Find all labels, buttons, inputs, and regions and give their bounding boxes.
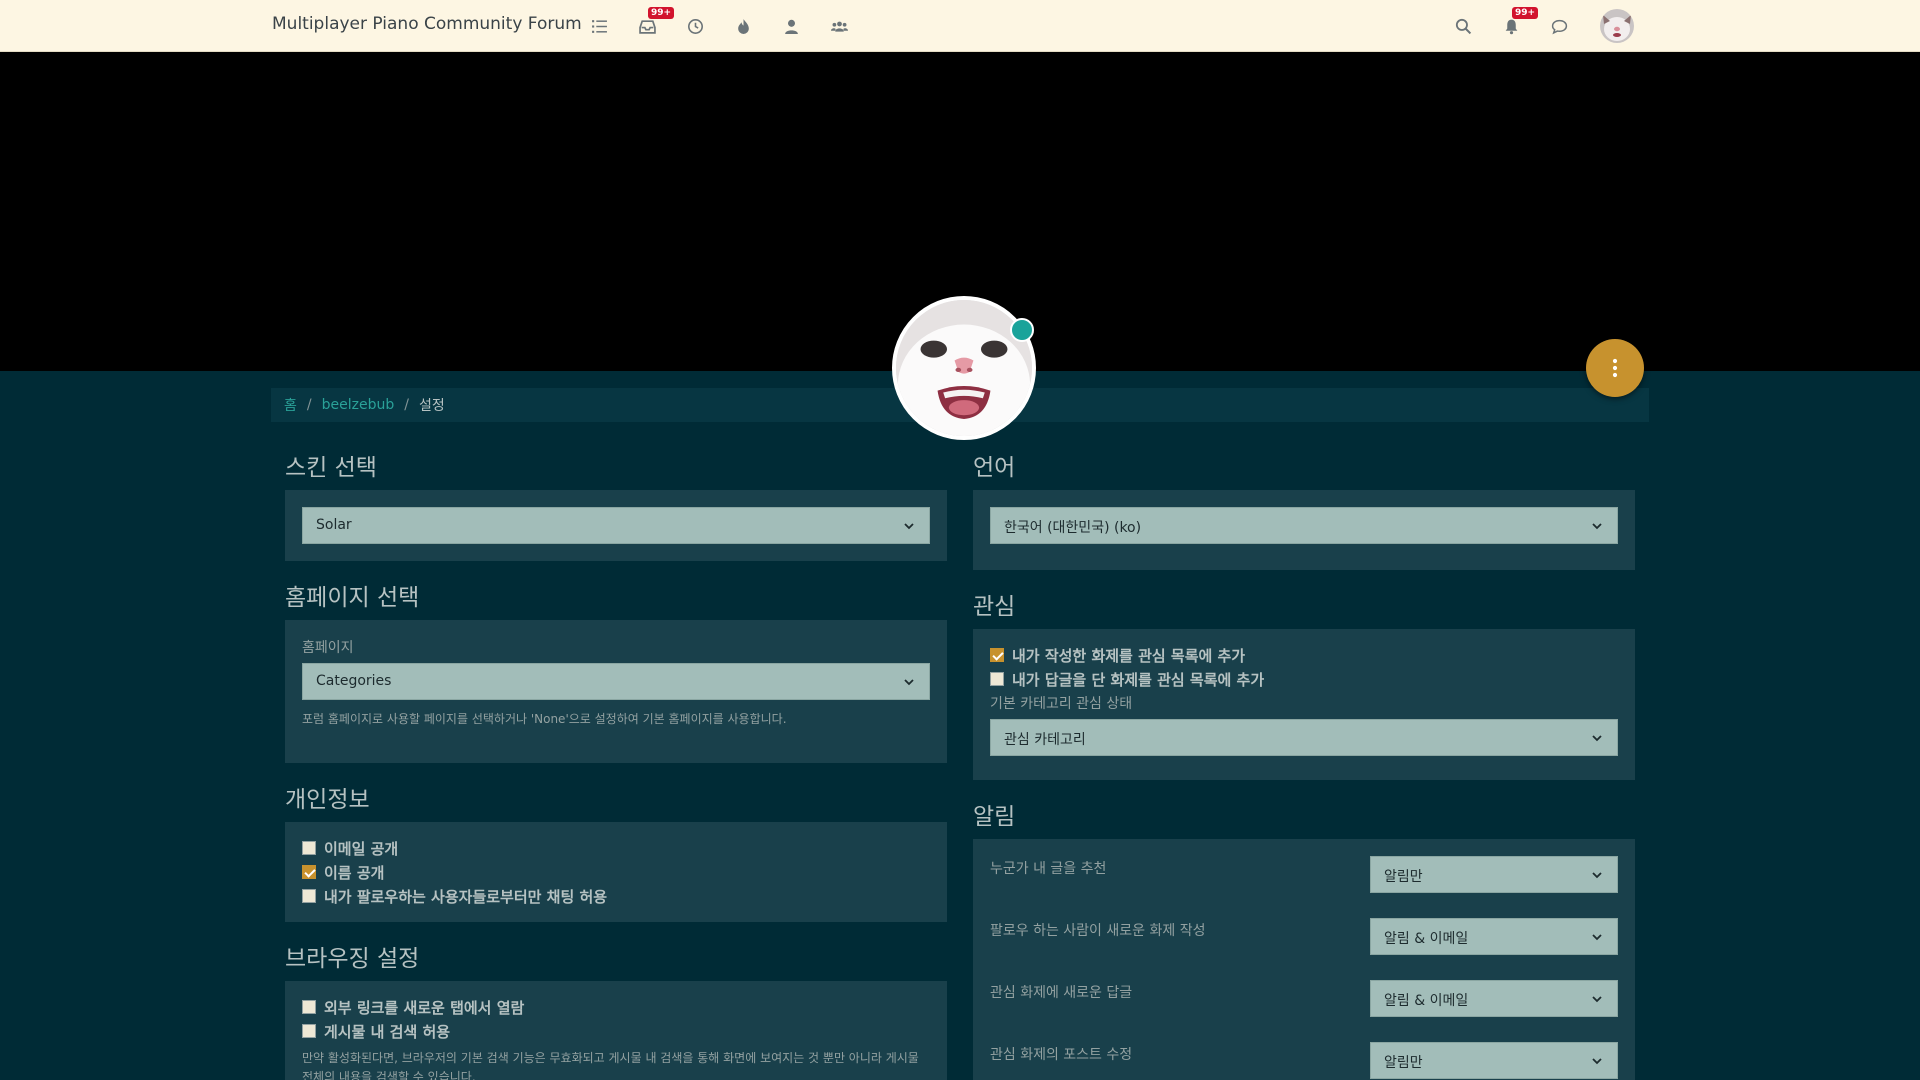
notification-label: 누군가 내 글을 추천 bbox=[990, 861, 1107, 877]
user-avatar[interactable] bbox=[1600, 9, 1634, 43]
breadcrumb-current: 설정 bbox=[418, 398, 445, 414]
browsing-title: 브라우징 설정 bbox=[285, 946, 420, 972]
chat-icon[interactable] bbox=[1546, 13, 1572, 39]
homepage-help: 포럼 홈페이지로 사용할 페이지를 선택하거나 'None'으로 설정하여 기본… bbox=[302, 712, 787, 726]
chevron-down-icon bbox=[904, 523, 914, 530]
notification-select[interactable]: 알림만 bbox=[1370, 856, 1618, 893]
notification-row-new-topic: 팔로우 하는 사람이 새로운 화제 작성 알림 & 이메일 bbox=[990, 918, 1618, 980]
privacy-title: 개인정보 bbox=[285, 787, 370, 813]
users-icon[interactable] bbox=[778, 13, 804, 39]
notification-select[interactable]: 알림 & 이메일 bbox=[1370, 980, 1618, 1017]
privacy-show-fullname[interactable]: 이름 공개 bbox=[302, 860, 930, 884]
unread-icon[interactable]: 99+ bbox=[634, 7, 675, 39]
homepage-panel: 홈페이지 Categories 포럼 홈페이지로 사용할 페이지를 선택하거나 … bbox=[285, 620, 947, 763]
checkbox[interactable] bbox=[302, 1000, 316, 1014]
chevron-down-icon bbox=[1592, 996, 1602, 1003]
watch-title: 관심 bbox=[973, 594, 1016, 620]
groups-icon[interactable] bbox=[826, 13, 852, 39]
notification-select[interactable]: 알림만 bbox=[1370, 1042, 1618, 1079]
checkbox-checked[interactable] bbox=[302, 865, 316, 879]
homepage-select-value: Categories bbox=[316, 673, 392, 689]
chevron-down-icon bbox=[1592, 735, 1602, 742]
skin-panel: Solar bbox=[285, 490, 947, 561]
checkbox[interactable] bbox=[302, 889, 316, 903]
notifications-panel: 누군가 내 글을 추천 알림만 팔로우 하는 사람이 새로운 화제 작성 알림 … bbox=[973, 839, 1635, 1080]
notification-select-value: 알림 & 이메일 bbox=[1384, 931, 1469, 947]
breadcrumb-separator: / bbox=[404, 397, 409, 413]
checkbox-label: 내가 답글을 단 화제를 관심 목록에 추가 bbox=[1012, 670, 1265, 689]
recent-icon[interactable] bbox=[682, 13, 708, 39]
notification-select[interactable]: 알림 & 이메일 bbox=[1370, 918, 1618, 955]
checkbox-label: 외부 링크를 새로운 탭에서 열람 bbox=[324, 998, 525, 1017]
breadcrumb-separator: / bbox=[306, 397, 312, 413]
checkbox[interactable] bbox=[302, 841, 316, 855]
language-panel: 한국어 (대한민국) (ko) bbox=[973, 490, 1635, 570]
notifications-badge: 99+ bbox=[1512, 7, 1539, 19]
checkbox-label: 이름 공개 bbox=[324, 863, 385, 882]
chevron-down-icon bbox=[1592, 934, 1602, 941]
browsing-open-new-tab[interactable]: 외부 링크를 새로운 탭에서 열람 bbox=[302, 995, 930, 1019]
notification-select-value: 알림만 bbox=[1384, 1055, 1423, 1071]
skin-title: 스킨 선택 bbox=[285, 455, 377, 481]
language-select[interactable]: 한국어 (대한민국) (ko) bbox=[990, 507, 1618, 544]
homepage-title: 홈페이지 선택 bbox=[285, 585, 420, 611]
notification-row-post-edit: 관심 화제의 포스트 수정 알림만 bbox=[990, 1042, 1618, 1080]
privacy-restrict-chat[interactable]: 내가 팔로우하는 사용자들로부터만 채팅 허용 bbox=[302, 884, 930, 908]
settings-left-column: 스킨 선택 Solar 홈페이지 선택 홈페이지 Categories 포럼 홈… bbox=[285, 448, 947, 1080]
search-icon[interactable] bbox=[1450, 13, 1476, 39]
watch-own-topics[interactable]: 내가 작성한 화제를 관심 목록에 추가 bbox=[990, 643, 1618, 667]
profile-actions-button[interactable] bbox=[1586, 339, 1644, 397]
chevron-down-icon bbox=[904, 679, 914, 686]
settings-right-column: 언어 한국어 (대한민국) (ko) 관심 내가 작성한 화제를 관심 목록에 … bbox=[973, 448, 1635, 1080]
homepage-select[interactable]: Categories bbox=[302, 663, 930, 700]
watch-category-select[interactable]: 관심 카테고리 bbox=[990, 719, 1618, 756]
watch-replied-topics[interactable]: 내가 답글을 단 화제를 관심 목록에 추가 bbox=[990, 667, 1618, 691]
watch-category-value: 관심 카테고리 bbox=[1004, 732, 1086, 748]
popular-icon[interactable] bbox=[730, 13, 756, 39]
forum-brand[interactable]: Multiplayer Piano Community Forum bbox=[272, 14, 582, 34]
language-select-value: 한국어 (대한민국) (ko) bbox=[1004, 520, 1142, 536]
chevron-down-icon bbox=[1592, 1058, 1602, 1065]
unread-badge: 99+ bbox=[648, 7, 675, 19]
homepage-label: 홈페이지 bbox=[302, 640, 354, 656]
watch-panel: 내가 작성한 화제를 관심 목록에 추가 내가 답글을 단 화제를 관심 목록에… bbox=[973, 629, 1635, 780]
notifications-icon[interactable]: 99+ bbox=[1498, 7, 1539, 39]
notification-label: 관심 화제의 포스트 수정 bbox=[990, 1047, 1133, 1063]
browsing-panel: 외부 링크를 새로운 탭에서 열람 게시물 내 검색 허용 만약 활성화된다면,… bbox=[285, 981, 947, 1080]
notification-select-value: 알림 & 이메일 bbox=[1384, 993, 1469, 1009]
online-status-dot bbox=[1010, 318, 1034, 342]
breadcrumb-home[interactable]: 홈 bbox=[284, 395, 297, 415]
vertical-ellipsis-icon bbox=[1612, 358, 1618, 378]
chevron-down-icon bbox=[1592, 523, 1602, 530]
checkbox-label: 게시물 내 검색 허용 bbox=[324, 1022, 451, 1041]
checkbox-label: 이메일 공개 bbox=[324, 839, 399, 858]
breadcrumb-user[interactable]: beelzebub bbox=[322, 397, 395, 413]
notification-row-new-reply: 관심 화제에 새로운 답글 알림 & 이메일 bbox=[990, 980, 1618, 1042]
language-title: 언어 bbox=[973, 455, 1016, 481]
privacy-show-email[interactable]: 이메일 공개 bbox=[302, 836, 930, 860]
notification-row-upvote: 누군가 내 글을 추천 알림만 bbox=[990, 856, 1618, 918]
skin-select-value: Solar bbox=[316, 517, 352, 533]
skin-select[interactable]: Solar bbox=[302, 507, 930, 544]
notification-label: 팔로우 하는 사람이 새로운 화제 작성 bbox=[990, 923, 1206, 939]
checkbox[interactable] bbox=[302, 1024, 316, 1038]
privacy-panel: 이메일 공개 이름 공개 내가 팔로우하는 사용자들로부터만 채팅 허용 bbox=[285, 822, 947, 922]
browsing-topic-search[interactable]: 게시물 내 검색 허용 bbox=[302, 1019, 930, 1043]
checkbox-label: 내가 팔로우하는 사용자들로부터만 채팅 허용 bbox=[324, 887, 608, 906]
profile-avatar[interactable] bbox=[892, 296, 1036, 440]
notification-label: 관심 화제에 새로운 답글 bbox=[990, 985, 1133, 1001]
top-navbar: Multiplayer Piano Community Forum 99+ 99… bbox=[0, 0, 1920, 52]
checkbox[interactable] bbox=[990, 672, 1004, 686]
checkbox-label: 내가 작성한 화제를 관심 목록에 추가 bbox=[1012, 646, 1246, 665]
categories-icon[interactable] bbox=[586, 13, 612, 39]
checkbox-checked[interactable] bbox=[990, 648, 1004, 662]
notifications-title: 알림 bbox=[973, 804, 1016, 830]
chevron-down-icon bbox=[1592, 872, 1602, 879]
watch-category-label: 기본 카테고리 관심 상태 bbox=[990, 696, 1133, 712]
notification-select-value: 알림만 bbox=[1384, 869, 1423, 885]
browsing-help: 만약 활성화된다면, 브라우저의 기본 검색 기능은 무효화되고 게시물 내 검… bbox=[302, 1051, 919, 1080]
